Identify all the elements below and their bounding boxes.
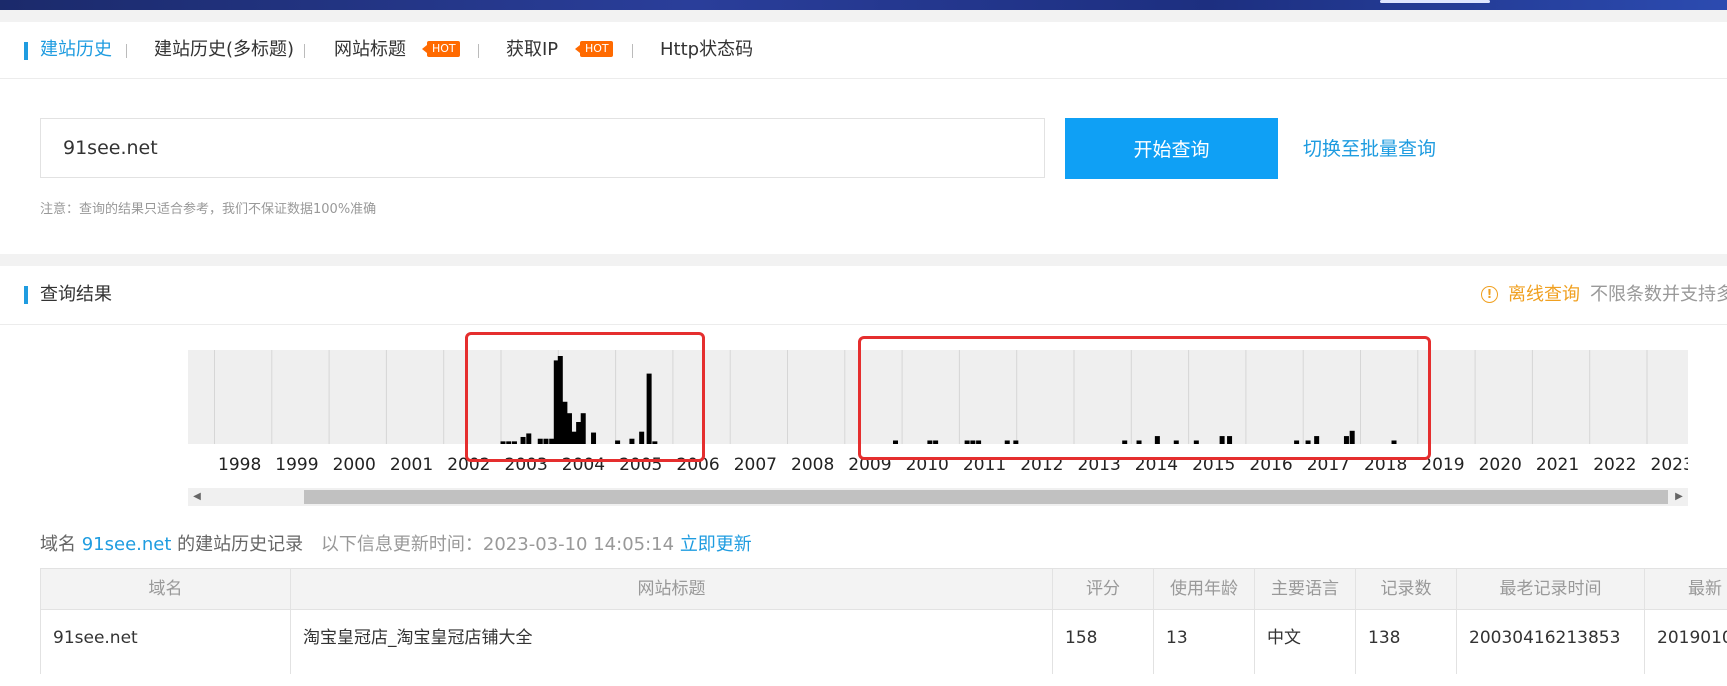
col-header-domain: 域名 xyxy=(41,569,291,609)
history-summary: 域名 91see.net 的建站历史记录 以下信息更新时间：2023-03-10… xyxy=(40,530,752,556)
tab-bar: 建站历史 建站历史(多标题) 网站标题 HOT 获取IP HOT Http状态码 xyxy=(0,22,1727,79)
history-prefix: 域名 xyxy=(40,534,76,555)
x-tick-label: 2022 xyxy=(1593,455,1636,475)
col-header-oldest-record: 最老记录时间 xyxy=(1457,569,1645,609)
chart-scrollbar-thumb[interactable] xyxy=(304,490,1668,504)
start-query-button[interactable]: 开始查询 xyxy=(1065,118,1278,179)
table-header: 域名 网站标题 评分 使用年龄 主要语言 记录数 最老记录时间 最新 xyxy=(40,568,1727,610)
col-header-language: 主要语言 xyxy=(1255,569,1356,609)
scroll-right-arrow-icon[interactable]: ▶ xyxy=(1672,488,1686,506)
info-icon: ! xyxy=(1481,286,1498,303)
history-suffix: 的建站历史记录 xyxy=(177,534,304,555)
x-tick-label: 2000 xyxy=(333,455,376,475)
col-header-newest-record: 最新 xyxy=(1688,579,1722,599)
cell-score: 158 xyxy=(1053,610,1154,674)
col-header-record-count: 记录数 xyxy=(1356,569,1457,609)
offline-query-desc: 不限条数并支持多 xyxy=(1590,284,1727,305)
tab-site-history[interactable]: 建站历史 xyxy=(40,22,112,78)
switch-batch-query-link[interactable]: 切换至批量查询 xyxy=(1303,134,1436,161)
scroll-left-arrow-icon[interactable]: ◀ xyxy=(190,488,204,506)
banner-pill xyxy=(1380,0,1490,3)
col-header-site-title: 网站标题 xyxy=(291,569,1053,609)
hot-badge: HOT xyxy=(422,41,460,57)
cell-domain: 91see.net xyxy=(41,610,291,674)
tab-site-history-multi-title[interactable]: 建站历史(多标题) xyxy=(154,22,294,78)
highlight-box xyxy=(465,332,705,462)
search-card: 建站历史 建站历史(多标题) 网站标题 HOT 获取IP HOT Http状态码… xyxy=(0,22,1727,254)
tab-site-title[interactable]: 网站标题 xyxy=(334,22,406,78)
tab-http-status[interactable]: Http状态码 xyxy=(660,22,753,78)
history-domain-link[interactable]: 91see.net xyxy=(82,534,172,555)
accuracy-notice: 注意：查询的结果只适合参考，我们不保证数据100%准确 xyxy=(40,202,377,217)
highlight-box xyxy=(858,336,1431,460)
top-banner xyxy=(0,0,1727,10)
results-header: 查询结果 ! 离线查询 不限条数并支持多 xyxy=(0,266,1727,325)
domain-search-input[interactable] xyxy=(40,118,1045,178)
x-tick-label: 2008 xyxy=(791,455,834,475)
x-tick-label: 2023 xyxy=(1651,455,1689,475)
update-now-link[interactable]: 立即更新 xyxy=(680,534,752,555)
results-marker xyxy=(24,286,28,304)
tab-separator xyxy=(126,44,127,58)
cell-oldest-record: 20030416213853 xyxy=(1457,610,1645,674)
hot-badge: HOT xyxy=(575,41,613,57)
tab-separator xyxy=(632,44,633,58)
x-tick-label: 2021 xyxy=(1536,455,1579,475)
x-tick-label: 1998 xyxy=(218,455,261,475)
cell-site-title: 淘宝皇冠店_淘宝皇冠店铺大全 xyxy=(291,610,1053,674)
active-tab-marker xyxy=(24,42,28,60)
table-row: 91see.net 淘宝皇冠店_淘宝皇冠店铺大全 158 13 中文 138 2… xyxy=(40,610,1727,674)
cell-record-count: 138 xyxy=(1356,610,1457,674)
x-tick-label: 1999 xyxy=(275,455,318,475)
tab-separator xyxy=(304,44,305,58)
results-title: 查询结果 xyxy=(40,284,112,305)
x-tick-label: 2001 xyxy=(390,455,433,475)
x-tick-label: 2007 xyxy=(734,455,777,475)
col-header-score: 评分 xyxy=(1053,569,1154,609)
offline-query-link[interactable]: 离线查询 xyxy=(1508,266,1580,324)
x-tick-label: 2020 xyxy=(1479,455,1522,475)
col-header-age: 使用年龄 xyxy=(1154,569,1255,609)
cell-age: 13 xyxy=(1154,610,1255,674)
cell-language: 中文 xyxy=(1255,610,1356,674)
update-time: 以下信息更新时间：2023-03-10 14:05:14 xyxy=(320,534,675,555)
cell-newest-record: 2019010 xyxy=(1657,628,1727,648)
tab-separator xyxy=(478,44,479,58)
tab-get-ip[interactable]: 获取IP xyxy=(506,22,558,78)
